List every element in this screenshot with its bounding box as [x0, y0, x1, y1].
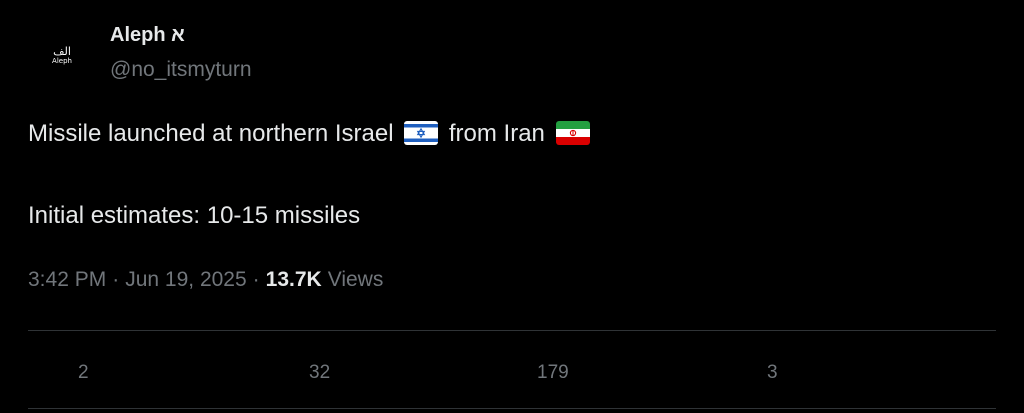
bookmark-button[interactable]: 3: [767, 362, 778, 384]
divider: [28, 330, 996, 331]
flag-israel-icon: [404, 120, 439, 145]
divider: [28, 408, 996, 409]
bookmark-count: 3: [767, 362, 778, 383]
post-meta: 3:42 PM · Jun 19, 2025 · 13.7K Views: [28, 268, 383, 292]
post-text-line-1: Missile launched at northern Israel from…: [28, 117, 594, 151]
meta-separator: ·: [112, 268, 120, 291]
avatar[interactable]: الف Aleph: [30, 26, 94, 90]
avatar-latin-text: Aleph: [52, 56, 72, 65]
author-display-name[interactable]: Aleph א: [110, 24, 185, 47]
flag-iran-icon: [555, 120, 590, 145]
repost-count: 32: [309, 362, 331, 383]
avatar-arabic-text: الف: [53, 44, 71, 58]
post-text-prefix: Missile launched at northern Israel: [28, 120, 394, 147]
post-text-line-2: Initial estimates: 10-15 missiles: [28, 202, 361, 229]
like-button[interactable]: 179: [537, 362, 569, 384]
reply-count: 2: [78, 362, 89, 383]
author-name-row: Aleph א: [110, 24, 185, 47]
like-count: 179: [537, 362, 569, 383]
views-count: 13.7K: [265, 268, 322, 291]
post-text-middle: from Iran: [448, 120, 545, 147]
reply-button[interactable]: 2: [78, 362, 89, 384]
views-label: Views: [327, 268, 384, 291]
post-time[interactable]: 3:42 PM: [28, 268, 106, 292]
tweet-detail: الف Aleph Aleph א @no_itsmyturn Missile …: [0, 0, 1024, 413]
repost-button[interactable]: 32: [309, 362, 330, 384]
author-handle[interactable]: @no_itsmyturn: [110, 58, 252, 82]
post-date[interactable]: Jun 19, 2025: [125, 268, 246, 292]
meta-separator: ·: [252, 268, 260, 291]
